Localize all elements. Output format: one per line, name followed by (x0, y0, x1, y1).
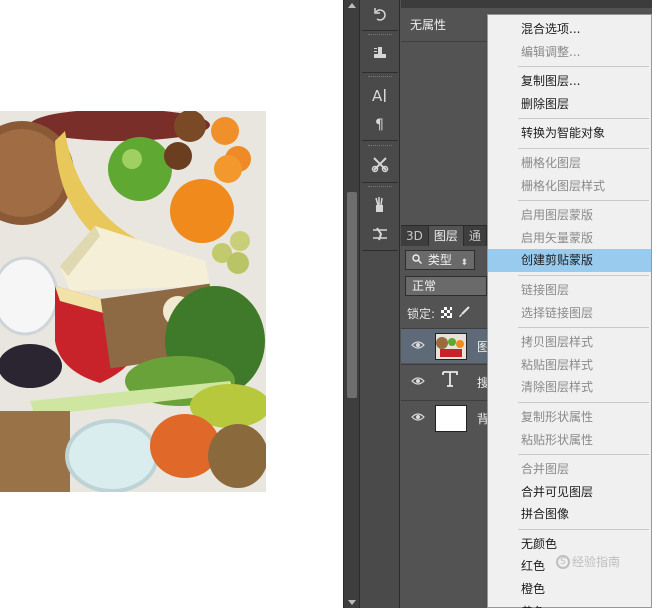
food-photo (0, 111, 266, 492)
history-icon[interactable] (366, 2, 394, 26)
properties-tab-bar[interactable] (401, 0, 652, 8)
properties-empty-label: 无属性 (410, 18, 447, 32)
menu-item: 复制形状属性 (521, 409, 594, 424)
menu-separator (518, 66, 649, 68)
blend-mode-value: 正常 (412, 279, 437, 293)
blend-mode-dropdown[interactable]: 正常 (405, 276, 487, 296)
tab-channels[interactable]: 通 (464, 226, 487, 246)
menu-item: 粘贴形状属性 (521, 432, 594, 447)
menu-item: 栅格化图层 (521, 155, 582, 170)
paragraph-panel-icon[interactable]: ¶ (366, 111, 394, 135)
chevron-down-icon: ⬍ (460, 258, 468, 268)
menu-separator (518, 327, 649, 329)
search-icon (412, 251, 422, 269)
layer-filter-dropdown[interactable]: 类型 ⬍ (405, 250, 475, 270)
menu-item: 选择链接图层 (521, 305, 594, 320)
layer-thumbnail (435, 333, 467, 360)
menu-item[interactable]: 创建剪贴蒙版 (488, 249, 651, 272)
watermark-text: 经验指南 (572, 555, 621, 569)
lock-brush-icon[interactable] (458, 306, 470, 321)
layer-filter-label: 类型 (427, 253, 452, 267)
layer-context-menu: 混合选项... 编辑调整... 复制图层... 删除图层转换为智能对象栅格化图层栅格化… (487, 14, 652, 608)
menu-item: 链接图层 (521, 282, 570, 297)
brush-presets-icon[interactable] (366, 193, 394, 217)
brush-panel-icon[interactable] (366, 222, 394, 246)
menu-item[interactable]: 复制图层... (488, 70, 651, 93)
text-layer-icon (441, 369, 459, 394)
watermark-logo-icon: S (556, 554, 570, 569)
menu-item: 启用矢量蒙版 (521, 230, 594, 245)
scroll-up-arrow-icon[interactable] (348, 3, 356, 8)
scroll-down-arrow-icon[interactable] (348, 600, 356, 605)
tab-3d[interactable]: 3D (401, 226, 429, 246)
eye-icon[interactable] (411, 340, 425, 350)
watermark: S 经验指南 (556, 553, 620, 570)
menu-separator (518, 528, 649, 530)
eye-icon[interactable] (411, 376, 425, 386)
menu-separator (518, 147, 649, 149)
menu-separator (518, 401, 649, 403)
clone-source-icon[interactable] (366, 40, 394, 64)
svg-text:A: A (372, 87, 383, 103)
canvas-vertical-scrollbar[interactable] (343, 0, 359, 608)
menu-separator (518, 274, 649, 276)
menu-item: 合并图层 (521, 462, 570, 477)
tool-presets-icon[interactable] (366, 152, 394, 176)
document-canvas[interactable] (0, 0, 343, 608)
menu-separator (518, 200, 649, 202)
menu-item[interactable]: 合并可见图层 (488, 481, 651, 504)
menu-item[interactable]: 转换为智能对象 (488, 122, 651, 145)
menu-item: 拷贝图层样式 (521, 335, 594, 350)
menu-item: 编辑调整... (521, 44, 581, 59)
scrollbar-thumb[interactable] (347, 192, 357, 398)
menu-item: 清除图层样式 (521, 380, 594, 395)
menu-item: 粘贴图层样式 (521, 357, 594, 372)
menu-item[interactable]: 拼合图像 (488, 503, 651, 526)
character-panel-icon[interactable]: A (366, 83, 394, 107)
menu-item: 栅格化图层样式 (521, 178, 606, 193)
menu-item[interactable]: 橙色 (488, 578, 651, 601)
menu-item[interactable]: 混合选项... (488, 18, 651, 41)
lock-label: 锁定: (407, 307, 436, 321)
menu-separator (518, 454, 649, 456)
menu-item[interactable]: 黄色 (488, 601, 651, 608)
panel-icon-strip: A ¶ (359, 0, 400, 608)
eye-icon[interactable] (411, 412, 425, 422)
menu-item[interactable]: 删除图层 (488, 93, 651, 116)
tab-layers[interactable]: 图层 (428, 226, 464, 246)
lock-row: 锁定: (407, 305, 470, 322)
layer-thumbnail (435, 405, 467, 432)
svg-text:¶: ¶ (375, 117, 384, 131)
menu-item: 启用图层蒙版 (521, 208, 594, 223)
lock-transparency-icon[interactable] (441, 306, 453, 321)
menu-separator (518, 118, 649, 120)
